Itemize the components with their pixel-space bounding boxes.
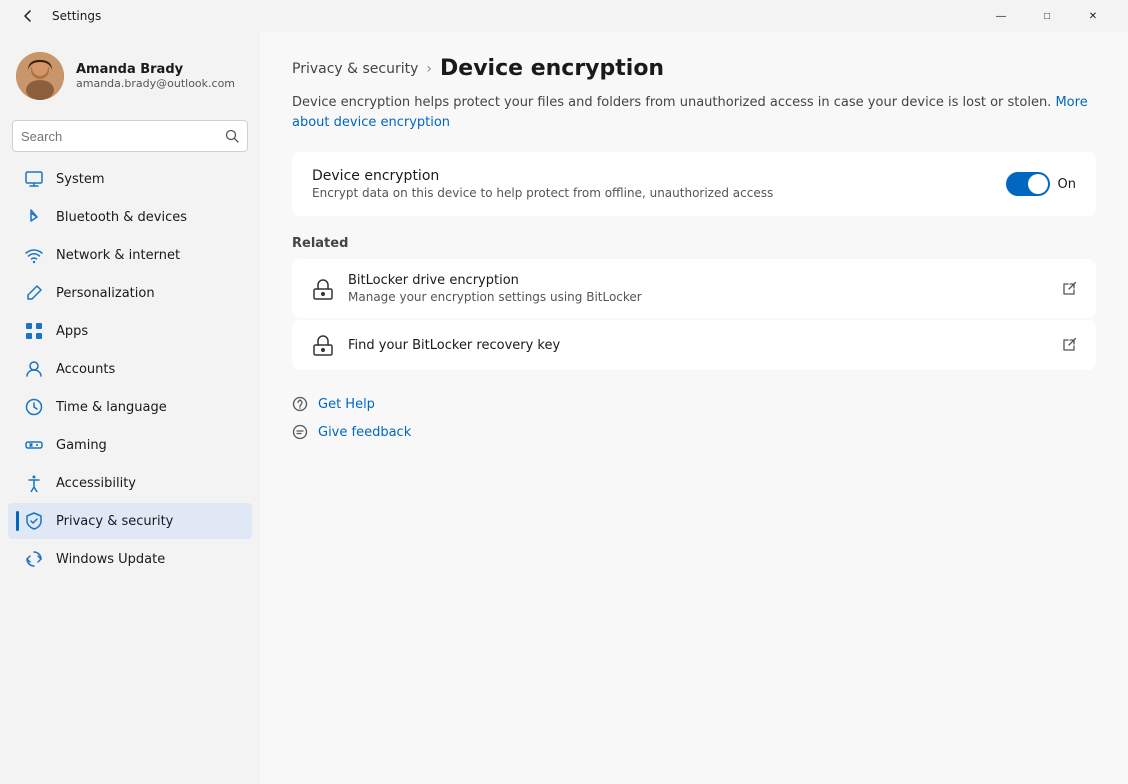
related-section-label: Related xyxy=(292,236,1096,251)
main-content: Privacy & security › Device encryption D… xyxy=(260,32,1128,784)
sidebar-label-system: System xyxy=(56,172,104,187)
back-button[interactable] xyxy=(12,0,44,32)
gaming-icon xyxy=(24,435,44,455)
external-link-icon xyxy=(1062,282,1076,296)
get-help-icon xyxy=(292,396,308,412)
sidebar-label-personalization: Personalization xyxy=(56,286,155,301)
bitlocker-desc: Manage your encryption settings using Bi… xyxy=(348,290,642,304)
recovery-icon xyxy=(312,334,334,356)
search-box[interactable] xyxy=(12,120,248,152)
sidebar-label-network: Network & internet xyxy=(56,248,180,263)
sidebar-label-time: Time & language xyxy=(56,400,167,415)
user-name: Amanda Brady xyxy=(76,62,235,77)
breadcrumb-parent: Privacy & security xyxy=(292,61,418,77)
bluetooth-icon xyxy=(24,207,44,227)
sidebar-item-privacy[interactable]: Privacy & security xyxy=(8,503,252,539)
breadcrumb: Privacy & security › Device encryption xyxy=(292,56,1096,81)
get-help-link[interactable]: Get Help xyxy=(292,390,1096,418)
bitlocker-icon xyxy=(312,278,334,300)
sidebar: Amanda Brady amanda.brady@outlook.com xyxy=(0,32,260,784)
help-section: Get Help Give feedback xyxy=(292,390,1096,446)
user-section: Amanda Brady amanda.brady@outlook.com xyxy=(0,40,260,120)
give-feedback-link[interactable]: Give feedback xyxy=(292,418,1096,446)
sidebar-label-bluetooth: Bluetooth & devices xyxy=(56,210,187,225)
sidebar-item-personalization[interactable]: Personalization xyxy=(8,275,252,311)
feedback-icon xyxy=(292,424,308,440)
sidebar-item-network[interactable]: Network & internet xyxy=(8,237,252,273)
breadcrumb-current: Device encryption xyxy=(440,56,664,81)
sidebar-label-update: Windows Update xyxy=(56,552,165,567)
sidebar-item-apps[interactable]: Apps xyxy=(8,313,252,349)
sidebar-item-accessibility[interactable]: Accessibility xyxy=(8,465,252,501)
give-feedback-label: Give feedback xyxy=(318,425,411,440)
device-encryption-title: Device encryption xyxy=(312,168,773,184)
device-encryption-desc: Encrypt data on this device to help prot… xyxy=(312,186,773,200)
title-bar: Settings — □ ✕ xyxy=(0,0,1128,32)
recovery-key-card[interactable]: Find your BitLocker recovery key xyxy=(292,320,1096,370)
device-encryption-info: Device encryption Encrypt data on this d… xyxy=(312,168,773,200)
minimize-button[interactable]: — xyxy=(978,0,1024,32)
pen-icon xyxy=(24,283,44,303)
bitlocker-title: BitLocker drive encryption xyxy=(348,273,642,288)
user-info: Amanda Brady amanda.brady@outlook.com xyxy=(76,62,235,90)
shield-icon xyxy=(24,511,44,531)
external-link-icon-2 xyxy=(1062,338,1076,352)
accounts-icon xyxy=(24,359,44,379)
toggle-label: On xyxy=(1058,177,1076,192)
sidebar-label-accounts: Accounts xyxy=(56,362,115,377)
sidebar-label-gaming: Gaming xyxy=(56,438,107,453)
sidebar-item-time[interactable]: Time & language xyxy=(8,389,252,425)
sidebar-item-system[interactable]: System xyxy=(8,161,252,197)
search-icon xyxy=(225,129,239,143)
time-icon xyxy=(24,397,44,417)
sidebar-label-privacy: Privacy & security xyxy=(56,514,173,529)
close-button[interactable]: ✕ xyxy=(1070,0,1116,32)
toggle-wrap: On xyxy=(1006,172,1076,196)
maximize-button[interactable]: □ xyxy=(1024,0,1070,32)
search-input[interactable] xyxy=(21,129,225,144)
system-icon xyxy=(24,169,44,189)
breadcrumb-separator: › xyxy=(426,61,432,77)
get-help-label: Get Help xyxy=(318,397,375,412)
sidebar-label-apps: Apps xyxy=(56,324,88,339)
sidebar-label-accessibility: Accessibility xyxy=(56,476,136,491)
sidebar-item-bluetooth[interactable]: Bluetooth & devices xyxy=(8,199,252,235)
page-description: Device encryption helps protect your fil… xyxy=(292,93,1096,132)
device-encryption-toggle[interactable] xyxy=(1006,172,1050,196)
network-icon xyxy=(24,245,44,265)
sidebar-item-update[interactable]: Windows Update xyxy=(8,541,252,577)
avatar xyxy=(16,52,64,100)
device-encryption-card: Device encryption Encrypt data on this d… xyxy=(292,152,1096,216)
window-controls: — □ ✕ xyxy=(978,0,1116,32)
recovery-key-title: Find your BitLocker recovery key xyxy=(348,338,560,353)
sidebar-item-accounts[interactable]: Accounts xyxy=(8,351,252,387)
update-icon xyxy=(24,549,44,569)
window-title: Settings xyxy=(52,9,101,23)
accessibility-icon xyxy=(24,473,44,493)
user-email: amanda.brady@outlook.com xyxy=(76,77,235,90)
sidebar-item-gaming[interactable]: Gaming xyxy=(8,427,252,463)
bitlocker-card[interactable]: BitLocker drive encryption Manage your e… xyxy=(292,259,1096,318)
apps-icon xyxy=(24,321,44,341)
